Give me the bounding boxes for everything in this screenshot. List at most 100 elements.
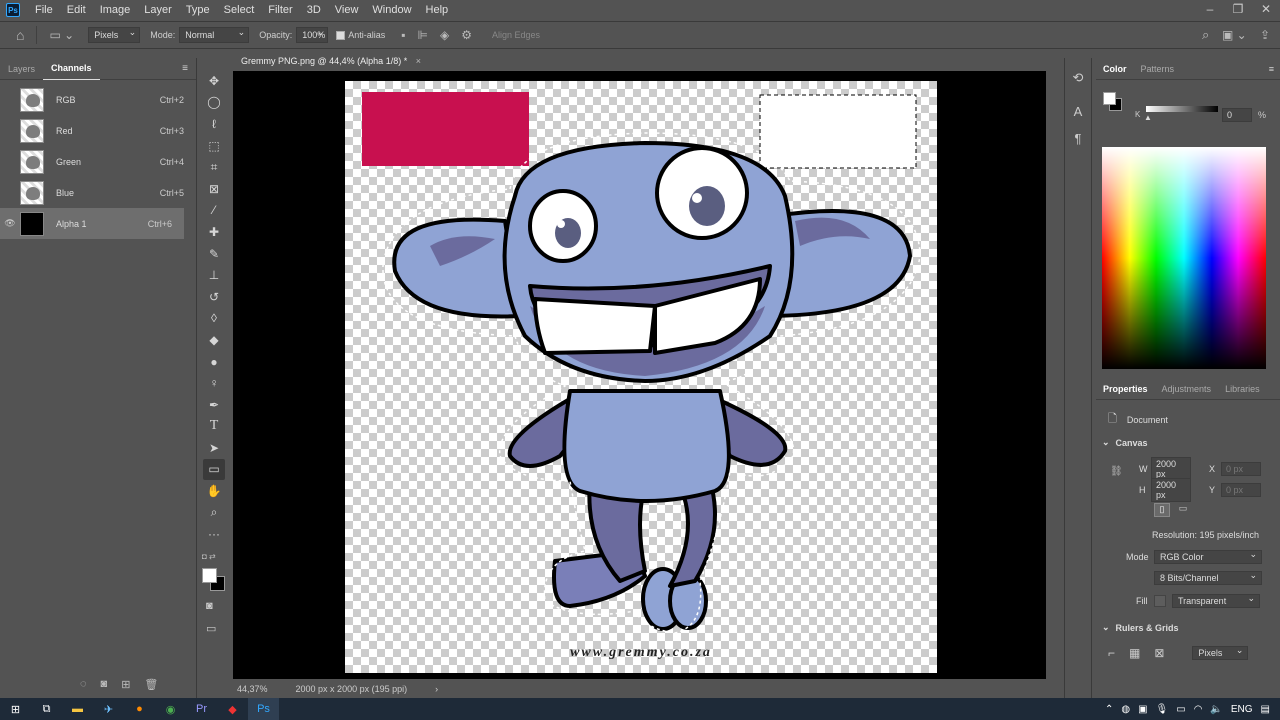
landscape-icon[interactable]: ▭ (1175, 503, 1191, 517)
windows-start-icon[interactable]: ⊞ (0, 698, 31, 720)
tab-layers[interactable]: Layers (0, 58, 43, 80)
height-field[interactable]: 2000 px (1151, 478, 1191, 502)
restore-icon[interactable]: ❐ (1224, 0, 1252, 20)
mode-dropdown[interactable]: Normal (179, 27, 250, 43)
hand-icon[interactable]: ✋ (203, 480, 225, 502)
menu-help[interactable]: Help (419, 0, 456, 20)
canvas-section-header[interactable]: ⌄ Canvas (1102, 437, 1148, 448)
x-field[interactable]: 0 px (1221, 462, 1261, 476)
chrome-icon[interactable]: ◉ (155, 698, 186, 720)
file-explorer-icon[interactable]: ▬ (62, 698, 93, 720)
menu-type[interactable]: Type (179, 0, 217, 20)
more-tools-icon[interactable]: ··· (203, 523, 225, 545)
app-icon[interactable]: ◆ (217, 698, 248, 720)
antialias-checkbox[interactable]: Anti-alias (336, 30, 385, 40)
menu-layer[interactable]: Layer (137, 0, 179, 20)
wifi-icon[interactable]: ◠ (1194, 704, 1203, 715)
channel-row-alpha-1[interactable]: 👁 Alpha 1 Ctrl+6 (0, 208, 184, 239)
rectangle-tool-preset-icon[interactable]: ▭ ⌄ (49, 28, 74, 42)
object-selection-icon[interactable]: ⬚ (203, 135, 225, 157)
pen-icon[interactable]: ✒ (203, 394, 225, 416)
grid-icon[interactable]: ▦ (1129, 646, 1140, 660)
panel-menu-icon[interactable]: ≡ (182, 63, 188, 74)
eraser-icon[interactable]: ◊ (203, 308, 225, 330)
tab-color[interactable]: Color (1096, 58, 1134, 80)
healing-brush-icon[interactable]: ✚ (203, 221, 225, 243)
path-selection-icon[interactable]: ➤ (203, 437, 225, 459)
history-brush-icon[interactable]: ↺ (203, 286, 225, 308)
ruler-icon[interactable]: ⌐ (1108, 646, 1115, 660)
speaker-icon[interactable]: 🔈 (1210, 704, 1222, 715)
task-view-icon[interactable]: ⧉ (31, 698, 62, 720)
load-selection-icon[interactable]: ◌ (80, 678, 87, 691)
close-icon[interactable]: ✕ (1252, 0, 1280, 20)
opacity-field[interactable]: 100% (296, 27, 329, 43)
chevron-up-icon[interactable]: ⌃ (1105, 704, 1113, 715)
battery-icon[interactable]: ▭ (1176, 704, 1185, 715)
brush-icon[interactable]: ✎ (203, 243, 225, 265)
menu-3d[interactable]: 3D (300, 0, 328, 20)
home-icon[interactable]: ⌂ (16, 27, 24, 43)
close-tab-icon[interactable]: × (416, 56, 421, 66)
eye-icon[interactable]: 👁 (0, 218, 20, 229)
color-spectrum[interactable] (1102, 147, 1266, 369)
new-channel-icon[interactable]: ⊞ (121, 678, 130, 691)
notifications-icon[interactable]: ▤ (1261, 704, 1270, 715)
tab-properties[interactable]: Properties (1096, 378, 1155, 400)
fill-swatch[interactable] (1154, 595, 1166, 607)
history-icon[interactable]: ⟲ (1073, 70, 1084, 86)
dodge-icon[interactable]: ♀ (203, 372, 225, 394)
fill-dropdown[interactable]: Transparent (1172, 593, 1260, 608)
menu-filter[interactable]: Filter (261, 0, 299, 20)
app-tray-icon[interactable]: ▣ (1138, 704, 1147, 715)
panel-menu-icon[interactable]: ≡ (1269, 64, 1274, 74)
search-icon[interactable]: ⌕ (1202, 27, 1209, 43)
paint-bucket-icon[interactable]: ◆ (203, 329, 225, 351)
tab-libraries[interactable]: Libraries (1218, 378, 1267, 400)
clone-stamp-icon[interactable]: ⊥ (203, 264, 225, 286)
color-swatches[interactable] (202, 568, 226, 592)
menu-select[interactable]: Select (217, 0, 262, 20)
portrait-icon[interactable]: ▯ (1154, 503, 1170, 517)
bit-depth-dropdown[interactable]: 8 Bits/Channel (1154, 570, 1262, 585)
document-canvas[interactable]: www.gremmy.co.za (345, 81, 937, 673)
k-slider-track[interactable] (1146, 106, 1218, 112)
document-tab[interactable]: Gremmy PNG.png @ 44,4% (Alpha 1/8) * × (233, 52, 438, 71)
paragraph-panel-icon[interactable]: ¶ (1075, 131, 1082, 146)
zoom-icon[interactable]: ⌕ (203, 502, 225, 524)
minimize-icon[interactable]: – (1196, 0, 1224, 20)
save-selection-icon[interactable]: ◙ (101, 678, 108, 691)
crop-icon[interactable]: ⌗ (203, 156, 225, 178)
path-alignment-icon[interactable]: ⊫ (418, 28, 428, 42)
tab-adjustments[interactable]: Adjustments (1155, 378, 1219, 400)
path-operations-icon[interactable]: ▪ (401, 28, 405, 42)
frame-icon[interactable]: ⊠ (203, 178, 225, 200)
firefox-icon[interactable]: ● (124, 698, 155, 720)
foreground-swatch[interactable] (1103, 92, 1116, 105)
color-panel-swatches[interactable] (1103, 92, 1125, 114)
eyedropper-icon[interactable]: ⁄ (203, 200, 225, 222)
k-slider-handle-icon[interactable]: ▲ (1144, 113, 1152, 122)
trash-icon[interactable]: 🗑 (144, 678, 158, 691)
menu-file[interactable]: File (28, 0, 60, 20)
menu-view[interactable]: View (328, 0, 366, 20)
mode-dropdown[interactable]: RGB Color (1154, 549, 1262, 564)
channel-row-green[interactable]: Green Ctrl+4 (0, 146, 196, 177)
zoom-level[interactable]: 44,37% (237, 684, 268, 694)
path-arrangement-icon[interactable]: ◈ (440, 28, 449, 42)
tab-channels[interactable]: Channels (43, 57, 100, 80)
tab-patterns[interactable]: Patterns (1134, 58, 1182, 80)
k-value-field[interactable]: 0 (1222, 108, 1252, 122)
lasso-icon[interactable]: ℓ (203, 113, 225, 135)
screen-mode-icon[interactable]: ▭ (206, 622, 216, 635)
menu-image[interactable]: Image (93, 0, 138, 20)
channel-row-blue[interactable]: Blue Ctrl+5 (0, 177, 196, 208)
rectangle-tool-icon[interactable]: ▭ (203, 458, 225, 481)
gear-icon[interactable]: ⚙ (461, 28, 472, 42)
type-tool-icon[interactable]: T (203, 416, 225, 438)
premiere-icon[interactable]: Pr (186, 698, 217, 720)
link-icon[interactable]: ⛓ (1110, 466, 1123, 477)
steam-icon[interactable]: ✈ (93, 698, 124, 720)
foreground-color-swatch[interactable] (202, 568, 217, 583)
menu-edit[interactable]: Edit (60, 0, 93, 20)
